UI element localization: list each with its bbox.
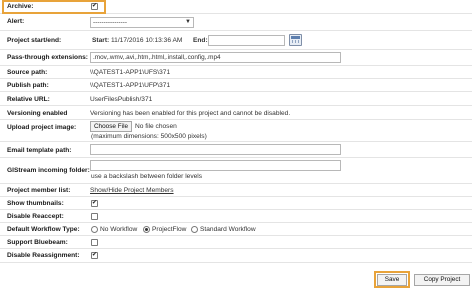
calendar-icon[interactable] [289, 34, 302, 46]
versioning-value: Versioning has been enabled for this pro… [90, 110, 291, 117]
glstream-input[interactable] [90, 160, 341, 171]
disable-reaccept-label: Disable Reaccept: [7, 213, 64, 220]
bluebeam-label: Support Bluebeam: [7, 239, 68, 246]
source-path-value: \\QATEST1-APP1\UFS\371 [90, 69, 171, 76]
disable-reassign-label: Disable Reassignment: [7, 252, 80, 259]
project-dates-label: Project start/end: [7, 37, 62, 44]
file-status: No file chosen [135, 123, 177, 130]
passthrough-input[interactable]: .mov,.wmv,.avi,.htm,.html,.install,.conf… [90, 52, 341, 63]
workflow-radio-none[interactable] [91, 226, 98, 233]
disable-reaccept-row: Disable Reaccept: [0, 210, 472, 223]
end-label: End: [193, 37, 208, 44]
choose-file-button[interactable]: Choose File [90, 121, 132, 132]
glstream-row: GlStream incoming folder: use a backslas… [0, 158, 472, 184]
workflow-row: Default Workflow Type: No Workflow Proje… [0, 223, 472, 236]
publish-path-value: \\QATEST1-APP1\UFP\371 [90, 82, 171, 89]
glstream-label: GlStream incoming folder: [7, 167, 90, 174]
passthrough-label: Pass-through extensions: [7, 54, 88, 61]
glstream-hint: use a backslash between folder levels [91, 173, 203, 180]
workflow-option-projectflow: ProjectFlow [152, 226, 187, 233]
bluebeam-row: Support Bluebeam: [0, 236, 472, 249]
workflow-radio-projectflow[interactable] [143, 226, 150, 233]
member-list-label: Project member list: [7, 187, 71, 194]
start-label: Start: [92, 37, 110, 44]
source-path-row: Source path: \\QATEST1-APP1\UFS\371 [0, 66, 472, 79]
relative-url-row: Relative URL: UserFilesPublish/371 [0, 92, 472, 106]
publish-path-row: Publish path: \\QATEST1-APP1\UFP\371 [0, 79, 472, 92]
email-template-row: Email template path: [0, 142, 472, 158]
bluebeam-checkbox[interactable] [91, 239, 98, 246]
upload-image-row: Upload project image: Choose File No fil… [0, 120, 472, 142]
start-value: 11/17/2016 10:13:36 AM [111, 37, 183, 44]
relative-url-label: Relative URL: [7, 96, 50, 103]
disable-reassign-row: Disable Reassignment: ✔ [0, 249, 472, 263]
archive-highlight [2, 0, 106, 14]
source-path-label: Source path: [7, 69, 48, 76]
upload-image-note: (maximum dimensions: 500x500 pixels) [91, 133, 207, 140]
project-dates-row: Project start/end: Start: 11/17/2016 10:… [0, 31, 472, 50]
member-list-row: Project member list: Show/Hide Project M… [0, 184, 472, 197]
passthrough-row: Pass-through extensions: .mov,.wmv,.avi,… [0, 50, 472, 66]
chevron-down-icon: ▼ [185, 19, 191, 25]
email-template-input[interactable] [90, 144, 341, 155]
alert-selected-value: ---------------- [93, 19, 128, 26]
versioning-label: Versioning enabled [7, 110, 68, 117]
alert-label: Alert: [7, 18, 25, 25]
versioning-row: Versioning enabled Versioning has been e… [0, 106, 472, 120]
email-template-label: Email template path: [7, 147, 72, 154]
publish-path-label: Publish path: [7, 82, 49, 89]
workflow-radio-standard[interactable] [191, 226, 198, 233]
alert-row: Alert: ---------------- ▼ [0, 14, 472, 31]
show-thumbnails-checkbox[interactable]: ✔ [91, 200, 98, 207]
workflow-label: Default Workflow Type: [7, 226, 80, 233]
workflow-option-standard: Standard Workflow [200, 226, 256, 233]
show-thumbnails-row: Show thumbnails: ✔ [0, 197, 472, 210]
disable-reassign-checkbox[interactable]: ✔ [91, 252, 98, 259]
end-date-input[interactable] [208, 35, 285, 46]
copy-project-button[interactable]: Copy Project [414, 274, 470, 286]
show-thumbnails-label: Show thumbnails: [7, 200, 64, 207]
disable-reaccept-checkbox[interactable] [91, 213, 98, 220]
alert-select[interactable]: ---------------- ▼ [90, 17, 194, 28]
member-list-link[interactable]: Show/Hide Project Members [90, 187, 174, 194]
upload-image-label: Upload project image: [7, 124, 77, 131]
relative-url-value: UserFilesPublish/371 [90, 96, 153, 103]
save-highlight [374, 271, 410, 288]
workflow-option-none: No Workflow [100, 226, 138, 233]
